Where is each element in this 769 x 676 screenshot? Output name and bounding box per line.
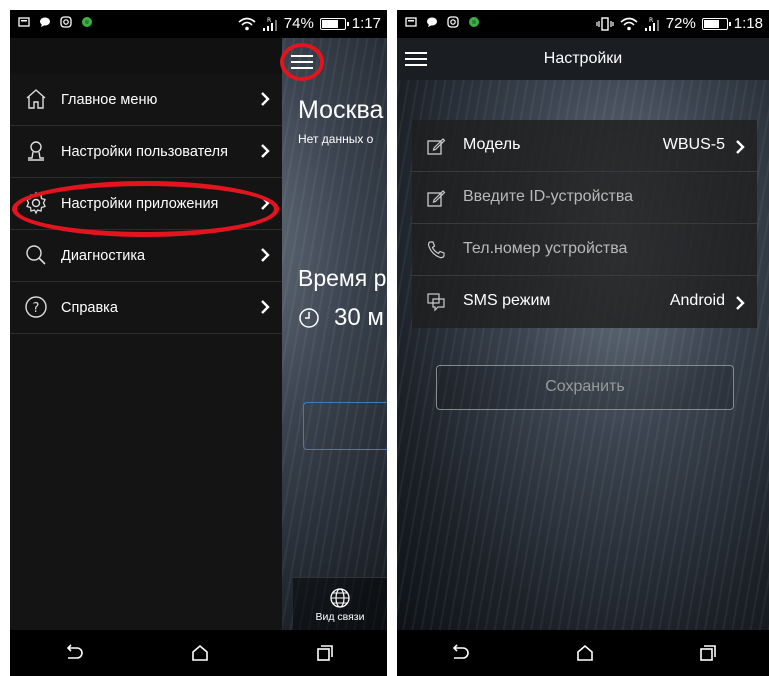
notification-icon [18, 17, 30, 27]
device-id-field[interactable]: Введите ID-устройства [463, 188, 633, 206]
battery-icon [319, 17, 349, 30]
instagram-icon [60, 16, 72, 28]
signal-flag: R [649, 17, 653, 24]
drawer-item-user-settings[interactable]: Настройки пользователя [10, 126, 282, 178]
settings-row-device-id[interactable]: Введите ID-устройства [412, 172, 757, 224]
duration-row: 30 м [298, 304, 384, 332]
app-shield-icon [469, 17, 479, 27]
drawer-item-diagnostics[interactable]: Диагностика [10, 230, 282, 282]
device-phone-field[interactable]: Тел.номер устройства [463, 240, 627, 258]
status-bar: R 74% 1:17 [10, 10, 387, 38]
clock: 1:18 [733, 15, 763, 32]
home-nav-icon[interactable] [190, 644, 210, 662]
help-icon: ? [25, 296, 47, 318]
battery-percent: 72% [665, 15, 696, 32]
settings-list: Модель WBUS-5 Введите ID-устройства Тел.… [412, 120, 757, 328]
save-button[interactable]: Сохранить [436, 365, 734, 410]
back-icon[interactable] [63, 644, 85, 662]
city-subtitle: Нет данных о [298, 132, 374, 146]
drawer-item-label: Главное меню [61, 91, 158, 108]
right-phone-screen: R 72% 1:18 Настройки Модель WBUS-5 Введи… [397, 10, 769, 676]
status-bar: R 72% 1:18 [397, 10, 769, 38]
setting-value: WBUS-5 [662, 136, 725, 153]
sms-icon [427, 293, 445, 312]
chevron-right-icon [736, 140, 745, 154]
menu-highlight-circle [280, 43, 324, 81]
signal-icon: R [262, 17, 277, 31]
settings-row-device-phone[interactable]: Тел.номер устройства [412, 224, 757, 276]
drawer-item-label: Диагностика [61, 247, 146, 264]
left-phone-screen: R 74% 1:17 Москва Нет данных о Время р 3… [10, 10, 387, 676]
system-nav-bar [10, 630, 387, 676]
wifi-icon [620, 17, 638, 30]
setting-value: Android [669, 292, 725, 309]
recents-icon[interactable] [316, 644, 334, 662]
svg-text:?: ? [33, 301, 40, 316]
back-icon[interactable] [449, 644, 471, 662]
edit-icon [427, 190, 446, 207]
duration-value: 30 м [334, 304, 384, 331]
navigation-drawer: Главное меню Настройки пользователя Наст… [10, 38, 282, 630]
wifi-icon [238, 17, 256, 30]
chevron-right-icon [261, 300, 270, 314]
drawer-item-label: Настройки пользователя [61, 143, 228, 160]
drawer-item-help[interactable]: ? Справка [10, 282, 282, 334]
setting-label: Модель [463, 136, 521, 153]
drawer-header [10, 38, 282, 74]
battery-fill [703, 19, 720, 28]
app-settings-highlight-ellipse [12, 181, 279, 237]
recents-icon[interactable] [699, 644, 717, 662]
search-icon [26, 245, 46, 265]
home-nav-icon[interactable] [575, 644, 595, 662]
drawer-item-label: Справка [61, 299, 118, 316]
chat-icon [40, 17, 50, 27]
chevron-right-icon [261, 248, 270, 262]
setting-label: SMS режим [463, 292, 551, 309]
instagram-icon [447, 16, 459, 28]
home-icon [26, 89, 46, 109]
phone-icon [427, 241, 445, 259]
city-title: Москва [298, 96, 384, 124]
settings-row-sms-mode[interactable]: SMS режим Android [412, 276, 757, 328]
start-button[interactable] [303, 402, 387, 450]
battery-icon [701, 17, 731, 30]
connection-type-tab[interactable]: Вид связи [293, 577, 387, 630]
edit-icon [427, 138, 446, 155]
globe-icon [330, 588, 350, 608]
chevron-right-icon [261, 144, 270, 158]
app-top-bar: Настройки [397, 38, 769, 80]
page-title: Настройки [543, 50, 623, 67]
connection-type-label: Вид связи [315, 611, 365, 623]
time-label: Время р [298, 265, 387, 291]
chevron-right-icon [736, 296, 745, 310]
signal-flag: R [267, 17, 271, 24]
vibrate-icon [596, 16, 614, 31]
clock: 1:17 [351, 15, 381, 32]
chat-icon [427, 17, 437, 27]
app-shield-icon [82, 17, 92, 27]
system-nav-bar [397, 630, 769, 676]
battery-percent: 74% [283, 15, 314, 32]
chevron-right-icon [261, 92, 270, 106]
battery-fill [321, 19, 338, 28]
signal-icon: R [644, 17, 659, 31]
settings-row-model[interactable]: Модель WBUS-5 [412, 120, 757, 172]
drawer-item-main-menu[interactable]: Главное меню [10, 74, 282, 126]
user-icon [28, 141, 44, 161]
clock-icon [299, 308, 319, 328]
notification-icon [405, 17, 417, 27]
